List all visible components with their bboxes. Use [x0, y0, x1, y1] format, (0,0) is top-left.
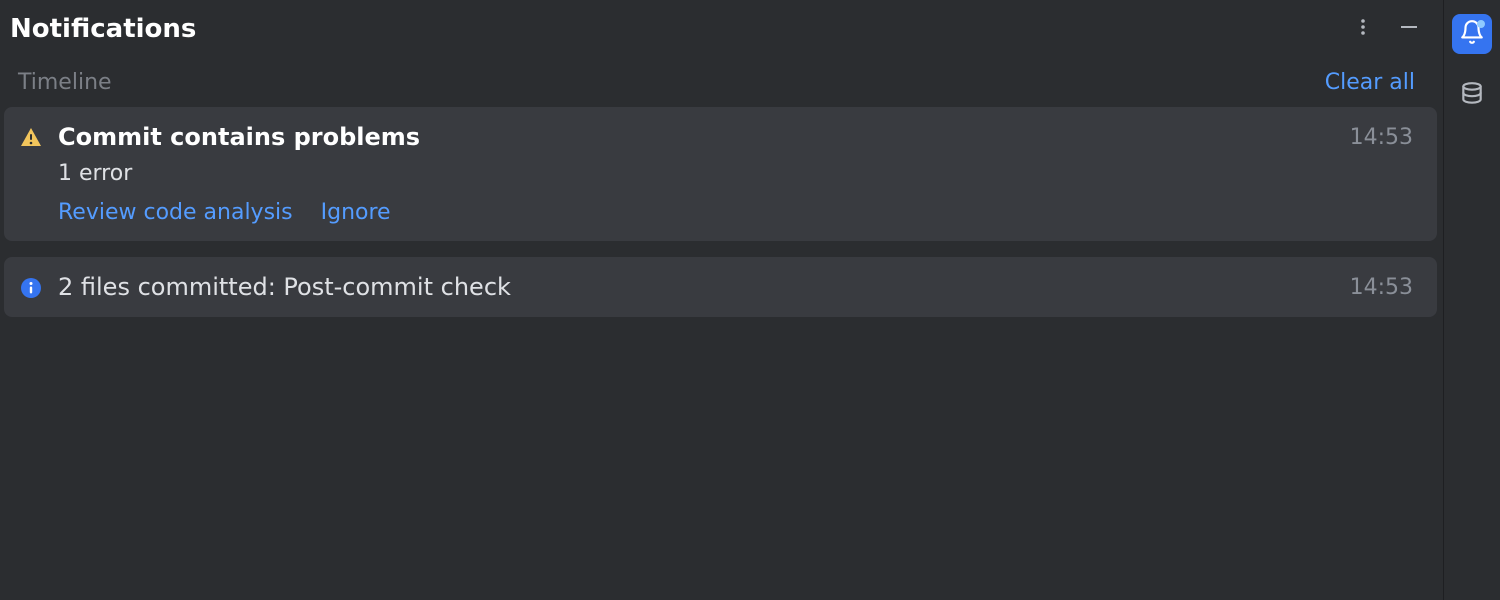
notification-detail: 1 error — [58, 161, 1413, 186]
review-code-analysis-link[interactable]: Review code analysis — [58, 200, 293, 225]
notification-item[interactable]: Commit contains problems 14:53 1 error R… — [4, 107, 1437, 241]
notifications-tool-button[interactable] — [1452, 14, 1492, 54]
clear-all-link[interactable]: Clear all — [1325, 70, 1415, 95]
database-icon — [1459, 81, 1485, 111]
notifications-list: Commit contains problems 14:53 1 error R… — [0, 107, 1443, 317]
more-options-button[interactable] — [1349, 15, 1377, 43]
panel-title: Notifications — [10, 14, 1349, 44]
notification-time: 14:53 — [1350, 125, 1413, 150]
notification-title: Commit contains problems — [58, 123, 1350, 151]
panel-header-actions — [1349, 15, 1423, 43]
notification-badge-dot — [1477, 20, 1485, 28]
info-icon — [18, 275, 44, 301]
notification-body: Commit contains problems 14:53 1 error R… — [58, 123, 1413, 225]
database-tool-button[interactable] — [1452, 76, 1492, 116]
notification-top-row: 2 files committed: Post-commit check 14:… — [58, 273, 1413, 301]
right-tool-rail — [1444, 0, 1500, 600]
ignore-link[interactable]: Ignore — [321, 200, 391, 225]
panel-subheader: Timeline Clear all — [0, 52, 1443, 107]
vertical-dots-icon — [1353, 17, 1373, 41]
notification-body: 2 files committed: Post-commit check 14:… — [58, 273, 1413, 301]
notifications-panel: Notifications Timeline Clear all — [0, 0, 1444, 600]
notification-top-row: Commit contains problems 14:53 — [58, 123, 1413, 151]
warning-icon — [18, 125, 44, 151]
notification-item[interactable]: 2 files committed: Post-commit check 14:… — [4, 257, 1437, 317]
notification-actions: Review code analysis Ignore — [58, 200, 1413, 225]
timeline-label: Timeline — [18, 70, 1325, 95]
notification-title: 2 files committed: Post-commit check — [58, 273, 1350, 301]
notification-time: 14:53 — [1350, 275, 1413, 300]
panel-header: Notifications — [0, 0, 1443, 52]
minimize-button[interactable] — [1395, 15, 1423, 43]
minimize-icon — [1398, 16, 1420, 42]
